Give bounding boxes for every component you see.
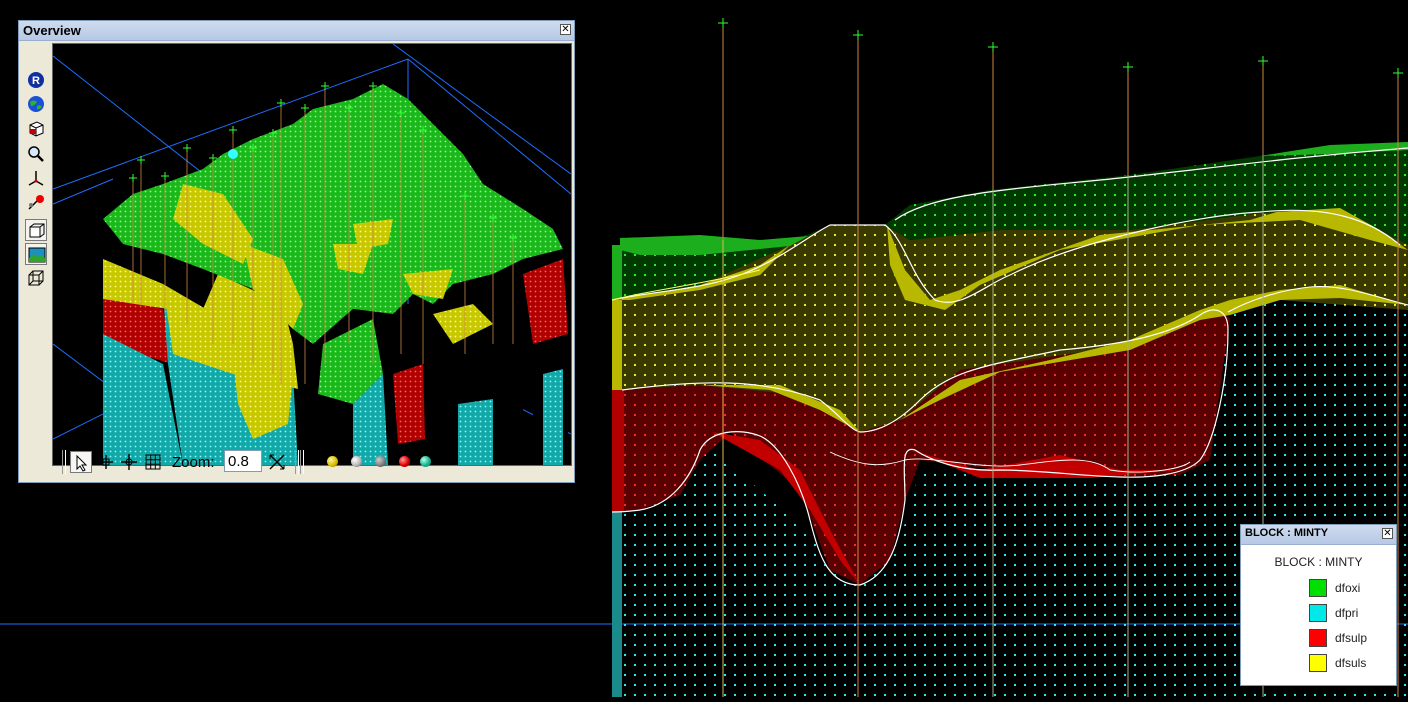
molecule-icon[interactable]: [420, 456, 431, 467]
yellow-ball-icon[interactable]: [327, 456, 338, 467]
svg-text:R: R: [32, 75, 40, 87]
overview-titlebar[interactable]: Overview ✕: [19, 21, 574, 41]
grid-icon[interactable]: [142, 451, 164, 473]
grey-ball-icon[interactable]: [375, 456, 386, 467]
legend-titlebar[interactable]: BLOCK : MINTY ✕: [1241, 525, 1396, 545]
cube-icon[interactable]: [25, 117, 47, 139]
box-frame-icon[interactable]: [25, 219, 47, 241]
render-icon[interactable]: R: [25, 69, 47, 91]
red-ball-icon[interactable]: [399, 456, 410, 467]
rotate-cross-icon[interactable]: [118, 451, 140, 473]
legend-label: dfpri: [1335, 606, 1359, 620]
legend-title: BLOCK : MINTY: [1245, 527, 1329, 539]
legend-swatch: [1309, 629, 1327, 647]
image-icon[interactable]: [25, 243, 47, 265]
close-icon[interactable]: ✕: [560, 24, 571, 35]
legend-label: dfsulp: [1335, 631, 1368, 645]
pan-cross-icon[interactable]: [95, 451, 117, 473]
legend-swatch: [1309, 579, 1327, 597]
close-icon[interactable]: ✕: [1382, 528, 1393, 539]
legend-window: BLOCK : MINTY ✕ BLOCK : MINTY dfoxi dfpr…: [1240, 524, 1397, 686]
globe-icon[interactable]: [25, 93, 47, 115]
legend-swatch: [1309, 604, 1327, 622]
pointer-icon[interactable]: [70, 451, 92, 473]
legend-subtitle: BLOCK : MINTY: [1274, 555, 1363, 569]
axes-icon[interactable]: [25, 167, 47, 189]
light-icon[interactable]: [25, 191, 47, 213]
wire-cube-icon[interactable]: [25, 267, 47, 289]
overview-toolbar: R: [23, 61, 49, 463]
zoom-input[interactable]: [224, 450, 262, 472]
magnify-icon[interactable]: [25, 143, 47, 165]
overview-3d-view[interactable]: [52, 43, 572, 466]
overview-title: Overview: [23, 23, 81, 38]
legend-swatch: [1309, 654, 1327, 672]
legend-label: dfoxi: [1335, 581, 1361, 595]
overview-bottom-toolbar: Zoom:: [52, 446, 431, 478]
zoom-label: Zoom:: [172, 454, 215, 471]
legend-label: dfsuls: [1335, 656, 1367, 670]
reset-zoom-icon[interactable]: [266, 451, 288, 473]
overview-window: Overview ✕ R Zoom: 0.8: [18, 20, 575, 483]
silver-ball-icon[interactable]: [351, 456, 362, 467]
